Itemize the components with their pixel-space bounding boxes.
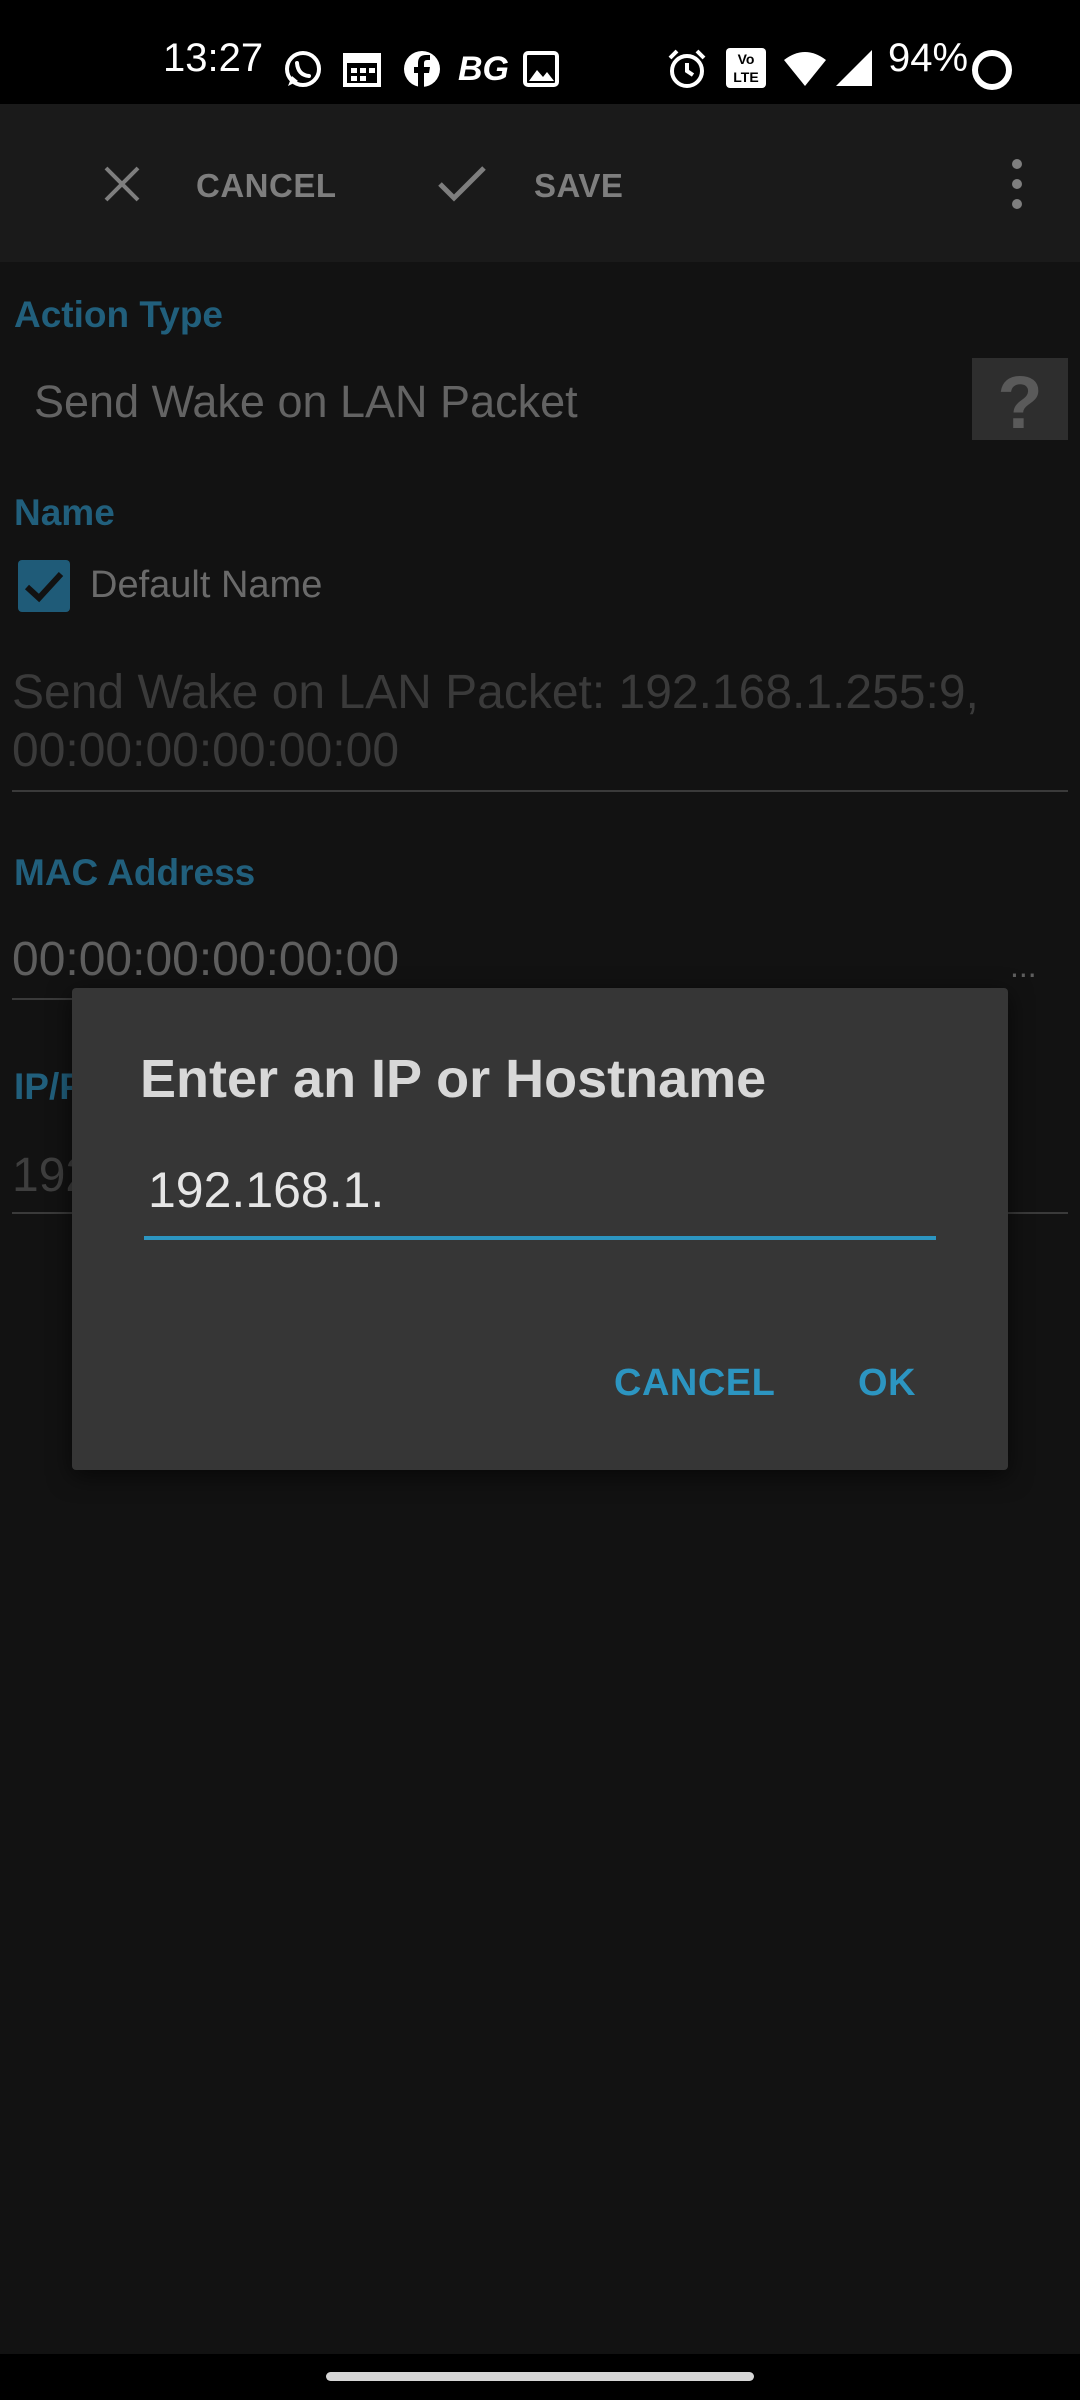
check-icon [438,166,486,202]
dialog-cancel-button[interactable]: CANCEL [614,1362,775,1405]
action-type-label: Action Type [14,294,223,335]
save-button[interactable]: SAVE [430,144,650,224]
name-label: Name [14,492,115,533]
home-gesture-pill[interactable] [326,2372,754,2381]
whatsapp-icon [285,51,321,87]
mac-address-label: MAC Address [14,852,256,893]
name-input[interactable]: Send Wake on LAN Packet: 192.168.1.255:9… [12,664,1052,780]
dialog-ok-button[interactable]: OK [858,1362,916,1405]
status-bar: 13:27 BG Vo LTE 94% [0,0,1080,104]
checkmark-icon [24,571,64,603]
close-icon [104,166,140,202]
help-button[interactable]: ? [972,358,1068,444]
ip-hostname-dialog: Enter an IP or Hostname CANCEL OK [72,988,1008,1470]
save-button-label: SAVE [534,167,624,204]
bg-icon: BG [458,50,509,88]
action-type-value[interactable]: Send Wake on LAN Packet [34,376,578,428]
name-input-underline [12,790,1068,792]
dialog-title: Enter an IP or Hostname [140,1049,767,1109]
mac-address-input[interactable]: 00:00:00:00:00:00 [12,932,399,987]
wifi-icon [784,52,826,86]
facebook-icon [404,51,440,87]
ip-hostname-field[interactable] [144,1148,944,1240]
battery-ring-icon [972,50,1012,90]
alarm-icon [668,49,706,88]
status-time: 13:27 [163,36,264,80]
ip-hostname-input-underline [144,1236,936,1240]
cancel-button-label: CANCEL [196,167,337,204]
cancel-button[interactable]: CANCEL [90,144,350,224]
battery-percent: 94% [888,36,969,80]
gallery-icon [523,51,559,87]
volte-icon: Vo LTE [726,48,766,88]
help-icon: ? [997,361,1043,444]
mac-more-button[interactable]: ... [1010,948,1037,985]
default-name-checkbox[interactable] [18,560,70,612]
signal-icon [836,50,872,86]
navigation-bar [0,2354,1080,2400]
toolbar: CANCEL SAVE [0,104,1080,262]
more-options-icon[interactable] [1000,156,1034,212]
ip-hostname-input[interactable] [144,1148,944,1232]
default-name-label: Default Name [90,564,323,606]
calendar-icon [343,53,381,87]
